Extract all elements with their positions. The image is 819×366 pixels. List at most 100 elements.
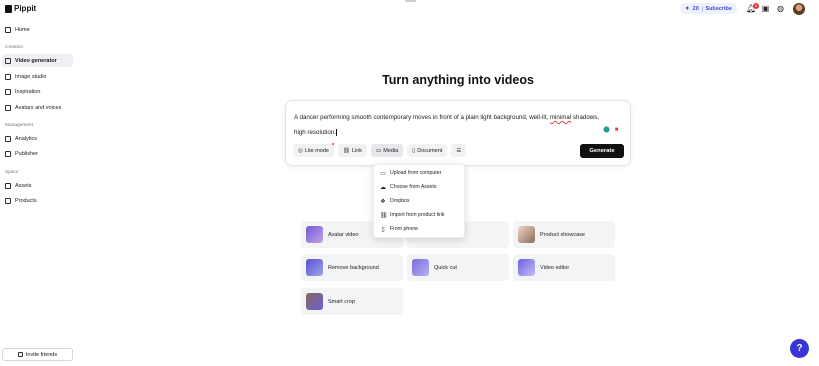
- tool-label: Video editor: [540, 264, 570, 271]
- smart-crop-thumbnail: [306, 293, 323, 310]
- tool-label: Quick cut: [434, 264, 457, 271]
- tool-label: Avatar video: [328, 231, 359, 238]
- sidebar-item-label: Products: [15, 197, 37, 204]
- tool-quick-cut[interactable]: Quick cut: [407, 254, 509, 281]
- media-button[interactable]: ▭ Media: [371, 144, 404, 157]
- pippit-logo-icon: [5, 4, 12, 13]
- sidebar-item-label: Image studio: [15, 73, 47, 80]
- menu-item-upload-computer[interactable]: ▭ Upload from computer: [380, 168, 441, 178]
- menu-item-from-phone[interactable]: ▯ From phone: [380, 224, 418, 234]
- tool-smart-crop[interactable]: Smart crop: [301, 288, 403, 315]
- tool-product-showcase[interactable]: Product showcase: [513, 221, 615, 248]
- prompt-text-misspelled: minimal: [549, 114, 572, 121]
- generate-button[interactable]: Generate: [580, 144, 624, 158]
- document-label: Document: [417, 147, 443, 154]
- publisher-icon: [5, 150, 11, 157]
- sidebar-item-label: Inspiration: [15, 88, 41, 95]
- invite-friends-button[interactable]: Invite friends: [2, 348, 73, 361]
- notification-badge: 1: [753, 3, 759, 9]
- tool-label: Remove background: [328, 264, 379, 271]
- sidebar-item-image-studio[interactable]: Image studio: [2, 70, 73, 83]
- menu-item-label: Choose from Assets: [390, 184, 437, 190]
- document-icon: ▯: [412, 147, 416, 154]
- media-icon: ▭: [376, 147, 382, 154]
- inspiration-icon: [5, 88, 11, 95]
- extension-icon[interactable]: ■: [613, 127, 620, 134]
- sidebar-item-inspiration[interactable]: Inspiration: [2, 85, 73, 98]
- prompt-text-part: A dancer performing smooth contemporary …: [294, 114, 550, 121]
- sidebar-item-analytics[interactable]: Analytics: [2, 132, 73, 145]
- video-icon: [5, 57, 11, 64]
- sidebar-item-label: Assets: [15, 182, 32, 189]
- box-icon[interactable]: ▣: [761, 4, 770, 13]
- credits-count: 20: [692, 5, 699, 12]
- gift-icon: [17, 352, 23, 357]
- section-label-space: Space: [5, 170, 19, 175]
- sidebar-item-label: Home: [15, 26, 30, 33]
- tool-label: Product showcase: [540, 231, 585, 238]
- quick-cut-thumbnail: [412, 259, 429, 276]
- menu-item-dropbox[interactable]: ❖ Dropbox: [380, 196, 410, 206]
- credits-subscribe-pill[interactable]: ✦ 20 Subscribe: [680, 3, 737, 14]
- link-icon: ⛓: [380, 212, 388, 219]
- lite-mode-button[interactable]: ◎ Lite mode: [293, 143, 334, 157]
- tool-video-editor[interactable]: Video editor: [513, 254, 615, 281]
- menu-item-choose-assets[interactable]: ☁ Choose from Assets: [380, 182, 436, 192]
- credits-icon: ✦: [685, 5, 690, 12]
- text-caret: [336, 128, 338, 136]
- sidebar-item-video-generator[interactable]: Video generator: [2, 54, 73, 67]
- document-button[interactable]: ▯ Document: [407, 144, 448, 157]
- avatar-icon: [5, 104, 11, 111]
- sidebar-item-products[interactable]: Products: [2, 194, 73, 207]
- lite-mode-label: Lite mode: [304, 147, 329, 154]
- remove-background-thumbnail: [306, 259, 323, 276]
- section-label-creation: Creation: [5, 45, 24, 50]
- avatar-video-thumbnail: [306, 226, 323, 243]
- menu-item-label: Dropbox: [390, 198, 410, 204]
- cloud-icon: ☁: [380, 184, 386, 191]
- tool-label: Smart crop: [328, 298, 355, 305]
- sidebar: Pippit Home Creation Video generator Ima…: [0, 0, 76, 366]
- sidebar-item-home[interactable]: Home: [2, 23, 73, 36]
- menu-item-import-product-link[interactable]: ⛓ Import from product link: [380, 210, 445, 220]
- invite-label: Invite friends: [25, 351, 58, 358]
- brand-name: Pippit: [14, 4, 37, 13]
- home-icon: [5, 26, 11, 33]
- subscribe-link[interactable]: Subscribe: [705, 6, 732, 12]
- new-dot: [331, 143, 334, 145]
- sliders-icon: ☰: [456, 147, 462, 154]
- page-title: Turn anything into videos: [382, 73, 534, 87]
- brand-logo[interactable]: Pippit: [5, 4, 36, 13]
- monitor-icon: ▭: [380, 170, 386, 177]
- assets-icon: [5, 182, 11, 189]
- top-drag-handle[interactable]: [405, 0, 416, 2]
- media-dropdown-menu: ▭ Upload from computer ☁ Choose from Ass…: [373, 164, 465, 238]
- prompt-card: A dancer performing smooth contemporary …: [285, 100, 631, 166]
- video-editor-thumbnail: [518, 259, 535, 276]
- divider: [701, 5, 703, 12]
- sidebar-item-assets[interactable]: Assets: [2, 179, 73, 192]
- sidebar-item-publisher[interactable]: Publisher: [2, 147, 73, 160]
- help-icon[interactable]: ?: [790, 339, 809, 358]
- lite-mode-icon: ◎: [298, 147, 303, 154]
- products-icon: [5, 197, 11, 204]
- menu-item-label: From phone: [390, 226, 418, 232]
- avatar[interactable]: [793, 3, 805, 15]
- sidebar-item-label: Publisher: [15, 150, 38, 157]
- phone-icon: ▯: [381, 226, 385, 233]
- prompt-input[interactable]: A dancer performing smooth contemporary …: [294, 110, 612, 140]
- sidebar-item-label: Video generator: [15, 57, 57, 64]
- prompt-toolbar: ◎ Lite mode ⛓ Link ▭ Media ▯ Document ☰: [293, 143, 467, 157]
- globe-icon[interactable]: ◍: [776, 4, 785, 13]
- menu-item-label: Import from product link: [390, 212, 445, 218]
- link-button[interactable]: ⛓ Link: [337, 144, 368, 157]
- tool-remove-background[interactable]: Remove background: [301, 254, 403, 281]
- section-label-management: Management: [5, 123, 33, 128]
- dropbox-icon: ❖: [380, 198, 386, 205]
- location-pin-icon[interactable]: ⬤: [603, 127, 610, 134]
- product-showcase-thumbnail: [518, 226, 535, 243]
- sidebar-item-avatars-voices[interactable]: Avatars and voices: [2, 101, 73, 114]
- analytics-icon: [5, 135, 11, 142]
- image-icon: [5, 73, 11, 80]
- settings-button[interactable]: ☰: [451, 144, 467, 157]
